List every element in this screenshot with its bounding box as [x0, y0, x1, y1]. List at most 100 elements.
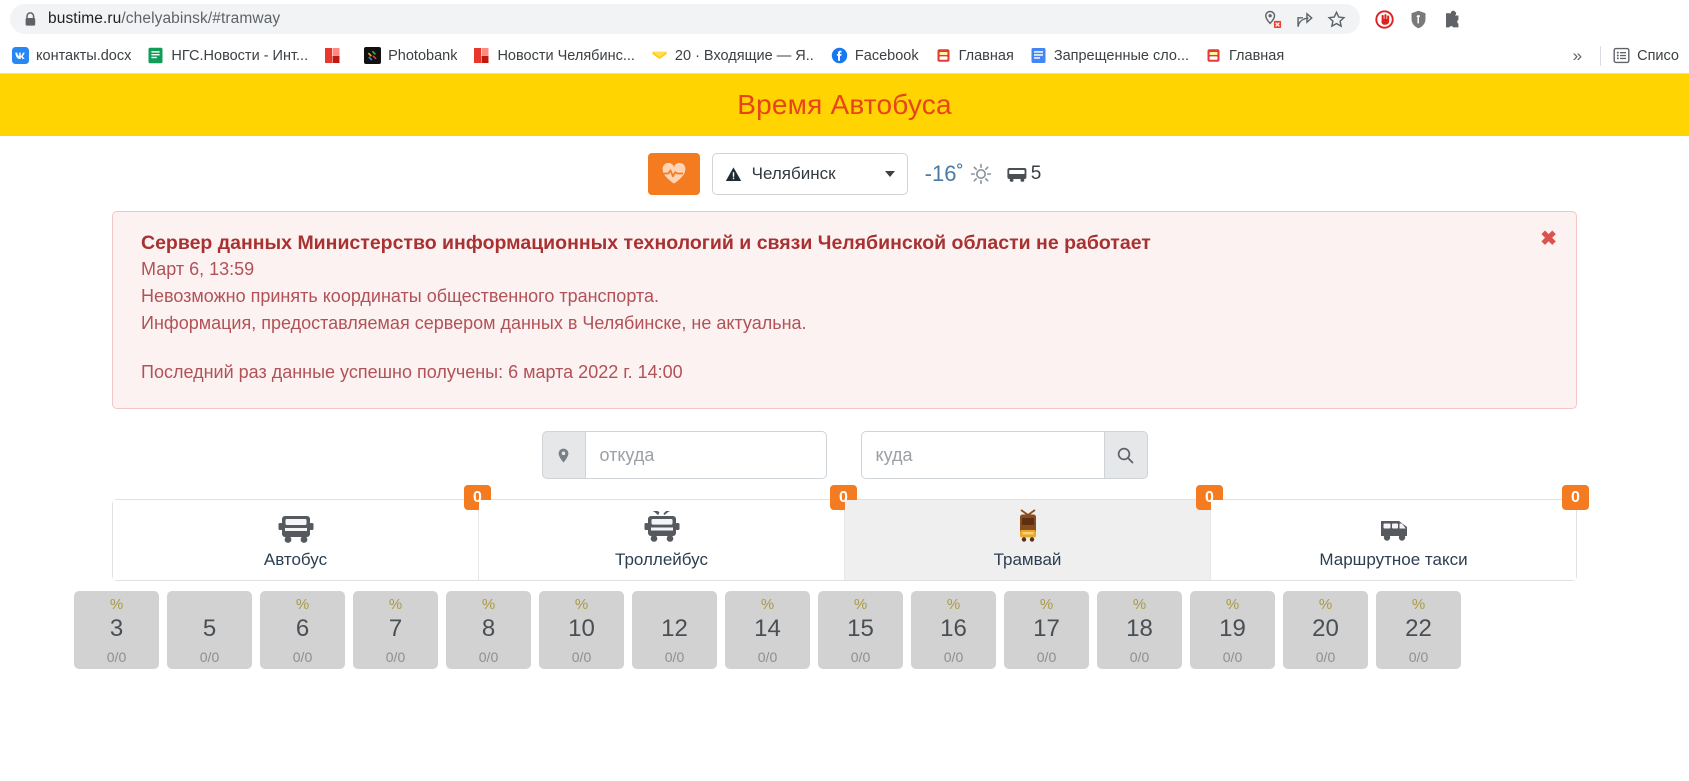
chip-count: 0/0: [850, 649, 871, 666]
chip-percent-marker: %: [1132, 596, 1147, 614]
chip-percent-marker: %: [1225, 596, 1240, 614]
bookmark-item[interactable]: Photobank: [356, 42, 465, 70]
chip-hour: 18: [1126, 615, 1153, 643]
chip-percent-marker: %: [388, 596, 403, 614]
search-input-from[interactable]: [584, 431, 827, 480]
tab-tram[interactable]: 0 Трамвай: [845, 485, 1223, 581]
adblock-icon[interactable]: [1374, 9, 1395, 30]
tab-label: Автобус: [263, 549, 328, 569]
alert-wrapper: ✖ Сервер данных Министерство информацион…: [0, 195, 1689, 410]
search-icon: [1117, 447, 1134, 464]
hour-chip[interactable]: % 8 0/0: [446, 591, 531, 670]
bookmark-label: Photobank: [388, 47, 458, 64]
chip-hour: 6: [295, 615, 310, 643]
vehicle-counter: 5: [1006, 163, 1042, 185]
bookmark-item[interactable]: Запрещенные сло...: [1022, 42, 1197, 70]
hour-chip[interactable]: % 16 0/0: [911, 591, 996, 670]
puzzle-extensions-icon[interactable]: [1442, 9, 1463, 30]
blue-doc-icon: [1031, 48, 1046, 63]
hour-chip[interactable]: % 14 0/0: [725, 591, 810, 670]
chip-hour: 20: [1312, 615, 1339, 643]
search-input-to[interactable]: [860, 431, 1104, 480]
bookmark-item[interactable]: 20 · Входящие — Я...: [643, 42, 823, 70]
weather-widget: -16˚: [925, 161, 992, 187]
address-bar[interactable]: bustime.ru/chelyabinsk/#tramway: [10, 4, 1360, 34]
bookmark-label: Главная: [1229, 47, 1285, 64]
hour-chip[interactable]: % 20 0/0: [1283, 591, 1368, 670]
sun-icon: [970, 163, 991, 185]
chip-percent-marker: %: [1411, 596, 1426, 614]
red-square-icon: [325, 48, 340, 63]
map-pin-icon: [558, 448, 569, 463]
hour-chip[interactable]: % 7 0/0: [353, 591, 438, 670]
bookmarks-bar: контакты.docx НГС.Новости - Инт... Photo…: [0, 38, 1689, 74]
bookmark-item[interactable]: контакты.docx: [4, 42, 139, 70]
bookmark-item[interactable]: Главная: [1197, 42, 1292, 70]
bookmark-item[interactable]: [316, 42, 356, 70]
transport-tabs: 0 Автобус 0 Троллейбус 0 Трамвай 0 Маршр…: [112, 485, 1589, 582]
chip-count: 0/0: [571, 649, 592, 666]
tram-icon: [1011, 509, 1045, 545]
toolbar-divider: [1600, 45, 1602, 66]
facebook-icon: [831, 47, 848, 64]
chip-percent-marker: %: [109, 596, 124, 614]
hour-chip[interactable]: % 3 0/0: [74, 591, 159, 670]
alert-last-success: Последний раз данные успешно получены: 6…: [141, 362, 683, 383]
tab-bus[interactable]: 0 Автобус: [113, 485, 491, 581]
transport-tabs-wrapper: 0 Автобус 0 Троллейбус 0 Трамвай 0 Маршр…: [0, 479, 1689, 582]
search-row: [0, 409, 1689, 480]
tab-label: Трамвай: [993, 549, 1062, 569]
reading-list-button[interactable]: Списо: [1607, 47, 1685, 64]
google-docs-icon: [148, 47, 163, 64]
bus-icon: [1007, 167, 1027, 182]
bookmark-label: контакты.docx: [36, 47, 132, 64]
browser-chrome: bustime.ru/chelyabinsk/#tramway контакты…: [0, 0, 1689, 74]
blocked-location-icon[interactable]: [1263, 10, 1282, 29]
hour-chip[interactable]: % 19 0/0: [1190, 591, 1275, 670]
url-host: bustime.ru: [48, 10, 122, 27]
close-icon[interactable]: ✖: [1540, 229, 1557, 249]
chip-count: 0/0: [106, 649, 127, 666]
shield-extension-icon[interactable]: [1408, 9, 1429, 30]
tab-trolleybus[interactable]: 0 Троллейбус: [479, 485, 857, 581]
chip-hour: 17: [1033, 615, 1060, 643]
tab-minibus-taxi[interactable]: 0 Маршрутное такси: [1211, 485, 1589, 581]
hour-chip[interactable]: % 10 0/0: [539, 591, 624, 670]
server-error-alert: ✖ Сервер данных Министерство информацион…: [112, 211, 1577, 410]
bookmark-item[interactable]: Новости Челябинс...: [465, 42, 642, 70]
hour-chip[interactable]: % 22 0/0: [1376, 591, 1461, 670]
alert-line-1: Невозможно принять координаты общественн…: [141, 286, 659, 307]
status-badge: 0: [1562, 485, 1589, 511]
chip-hour: 3: [109, 615, 124, 643]
temperature-value: -16˚: [924, 161, 964, 186]
hour-chip[interactable]: % 18 0/0: [1097, 591, 1182, 670]
hour-chip[interactable]: % 17 0/0: [1004, 591, 1089, 670]
bookmark-label: НГС.Новости - Инт...: [171, 47, 309, 64]
chip-hour: 14: [754, 615, 781, 643]
chip-count: 0/0: [943, 649, 964, 666]
hour-chip[interactable]: 5 0/0: [167, 591, 252, 670]
bookmark-star-icon[interactable]: [1327, 10, 1346, 29]
city-selector[interactable]: Челябинск: [711, 153, 908, 195]
pulse-heart-button[interactable]: [647, 153, 700, 195]
chip-count: 0/0: [1408, 649, 1429, 666]
hour-chip[interactable]: 12 0/0: [632, 591, 717, 670]
chip-percent-marker: %: [1039, 596, 1054, 614]
bookmarks-overflow-button[interactable]: »: [1561, 46, 1594, 66]
alert-title: Сервер данных Министерство информационны…: [141, 232, 1151, 254]
share-icon[interactable]: [1295, 10, 1314, 29]
search-button[interactable]: [1103, 431, 1148, 480]
reading-list-icon: [1613, 47, 1630, 64]
vehicle-count: 5: [1030, 163, 1042, 184]
hour-chips-row: % 3 0/0 5 0/0 % 6 0/0 % 7 0/0 % 8 0/0 % …: [0, 581, 1689, 670]
bookmark-item[interactable]: Главная: [927, 42, 1022, 70]
bookmark-item[interactable]: Facebook: [823, 42, 927, 70]
hour-chip[interactable]: % 15 0/0: [818, 591, 903, 670]
from-input-group: [541, 431, 827, 480]
chip-count: 0/0: [478, 649, 499, 666]
chip-hour: 8: [481, 615, 496, 643]
hour-chip[interactable]: % 6 0/0: [260, 591, 345, 670]
map-pin-button[interactable]: [541, 431, 585, 480]
bookmark-item[interactable]: НГС.Новости - Инт...: [139, 42, 316, 70]
chip-hour: 16: [940, 615, 967, 643]
